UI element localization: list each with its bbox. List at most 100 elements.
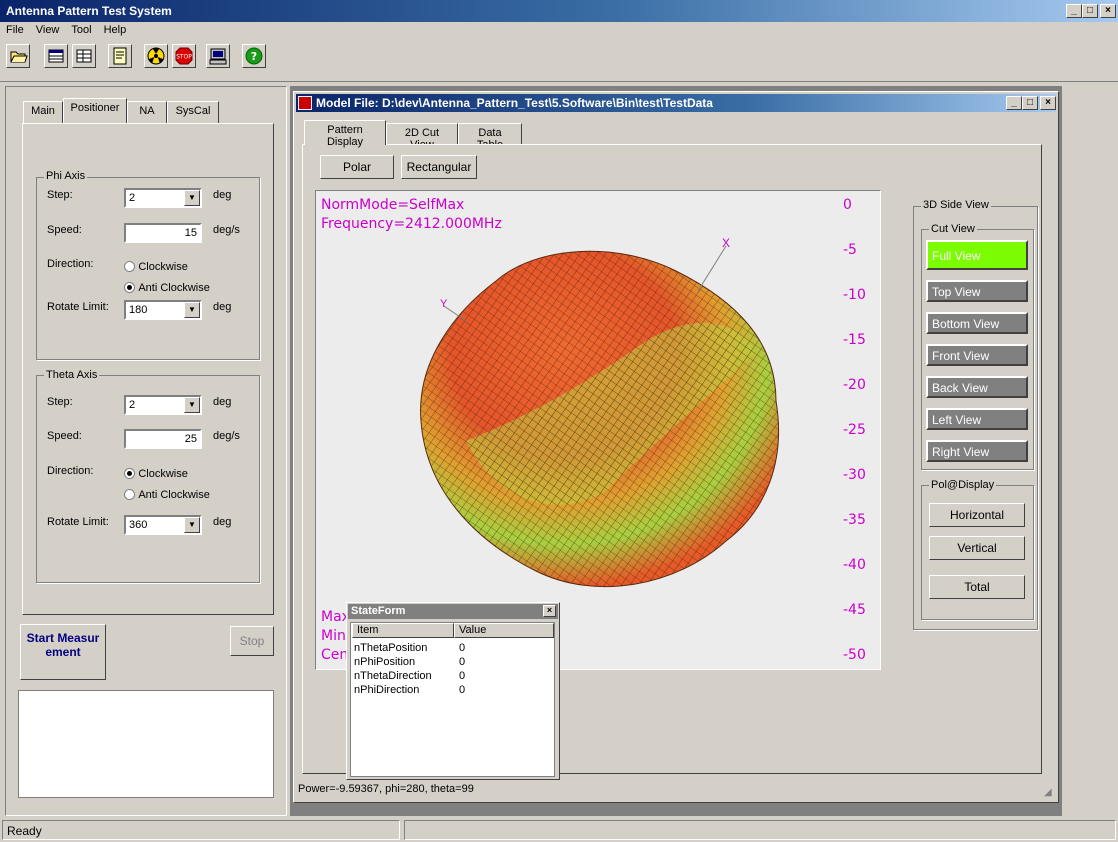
theta-step-combo[interactable]: 2 ▼ [124,395,202,415]
log-area [18,690,274,798]
theta-anticlockwise-radio[interactable]: Anti Clockwise [124,487,210,501]
colorbar-tick: -10 [843,287,866,303]
maximize-button[interactable]: □ [1082,4,1098,18]
chevron-down-icon[interactable]: ▼ [184,190,200,206]
stop-button[interactable]: Stop [230,626,274,656]
theta-speed-input[interactable]: 25 [124,429,202,449]
phi-speed-input[interactable]: 15 [124,223,202,243]
chevron-down-icon[interactable]: ▼ [184,397,200,413]
tab-data-table[interactable]: Data Table [458,123,522,151]
radio-icon [124,261,135,273]
chevron-down-icon[interactable]: ▼ [184,517,200,533]
help-icon[interactable]: ? [242,44,266,68]
right-view-button[interactable]: Right View [926,440,1028,462]
svg-text:?: ? [251,50,257,63]
power-status: Power=-9.59367, phi=280, theta=99 [298,783,474,795]
radio-selected-icon [124,468,135,480]
vertical-pol-button[interactable]: Vertical [929,536,1025,560]
state-form-title: StateForm [351,605,406,617]
table-icon[interactable] [44,44,68,68]
menu-bar: File View Tool Help [0,22,1118,40]
model-file-title: Model File: D:\dev\Antenna_Pattern_Test\… [316,96,713,110]
table-row: nPhiPosition 0 [354,656,466,668]
theta-clockwise-radio[interactable]: Clockwise [124,466,188,480]
state-form-close-button[interactable]: × [543,605,556,617]
pol-display-title: Pol@Display [929,479,997,491]
phi-step-combo[interactable]: 2 ▼ [124,188,202,208]
colorbar-tick: -45 [843,602,866,618]
svg-text:STOP: STOP [176,54,192,61]
resize-grip-icon[interactable]: ◢ [1044,787,1056,799]
column-header-item[interactable]: Item [352,623,454,638]
polar-button[interactable]: Polar [320,155,394,179]
radio-selected-icon [124,282,135,294]
colorbar-tick: -40 [843,557,866,573]
bottom-view-button[interactable]: Bottom View [926,312,1028,334]
status-panel-2 [404,820,1116,840]
theta-speed-label: Speed: [47,430,82,442]
column-header-value[interactable]: Value [454,623,554,638]
3d-side-view-title: 3D Side View [921,199,991,211]
tab-positioner[interactable]: Positioner [63,98,127,123]
total-pol-button[interactable]: Total [929,575,1025,599]
full-view-button[interactable]: Full View [926,240,1028,270]
table-alt-icon[interactable] [72,44,96,68]
state-form-title-bar: StateForm [348,604,558,619]
center-label: Cen [321,647,349,663]
colorbar-tick: -35 [843,512,866,528]
colorbar-tick: -30 [843,467,866,483]
phi-anticlockwise-radio[interactable]: Anti Clockwise [124,280,210,294]
colorbar-tick: -20 [843,377,866,393]
minimize-button[interactable]: _ [1066,4,1082,18]
phi-limit-combo[interactable]: 180 ▼ [124,300,202,320]
colorbar-tick: 0 [843,197,852,213]
phi-limit-unit: deg [213,301,232,313]
model-window-title-bar: Model File: D:\dev\Antenna_Pattern_Test\… [296,94,1056,112]
close-button[interactable]: × [1100,4,1116,18]
theta-direction-label: Direction: [47,465,94,477]
tab-main[interactable]: Main [23,101,63,123]
open-folder-icon[interactable] [6,44,30,68]
start-measurement-button[interactable]: Start Measurement [20,624,106,680]
cut-view-title: Cut View [929,223,977,235]
tab-pattern-display[interactable]: Pattern Display [304,120,386,148]
x-axis-label: X [722,236,731,250]
status-bar: Ready [0,818,1118,842]
menu-view[interactable]: View [30,22,66,38]
app-title: Antenna Pattern Test System [6,4,172,18]
radio-icon [124,489,135,501]
status-text: Ready [2,820,400,840]
radiation-icon[interactable] [144,44,168,68]
child-maximize-button[interactable]: □ [1022,96,1038,110]
computer-icon[interactable] [206,44,230,68]
stop-sign-icon[interactable]: STOP [172,44,196,68]
back-view-button[interactable]: Back View [926,376,1028,398]
horizontal-pol-button[interactable]: Horizontal [929,503,1025,527]
tab-2d-cut-view[interactable]: 2D Cut View [386,123,458,151]
rectangular-button[interactable]: Rectangular [401,155,477,179]
table-row: nPhiDirection 0 [354,684,466,696]
left-view-button[interactable]: Left View [926,408,1028,430]
phi-step-label: Step: [47,189,73,201]
window-icon [298,96,312,110]
child-minimize-button[interactable]: _ [1006,96,1022,110]
notepad-icon[interactable] [108,44,132,68]
3d-pattern-plot [420,203,841,661]
child-close-button[interactable]: × [1040,96,1056,110]
menu-tool[interactable]: Tool [65,22,97,38]
theta-limit-combo[interactable]: 360 ▼ [124,515,202,535]
phi-clockwise-radio[interactable]: Clockwise [124,259,188,273]
top-view-button[interactable]: Top View [926,280,1028,302]
app-title-bar: Antenna Pattern Test System [0,0,1118,22]
colorbar-tick: -5 [843,242,857,258]
front-view-button[interactable]: Front View [926,344,1028,366]
menu-help[interactable]: Help [98,22,133,38]
phi-limit-label: Rotate Limit: [47,301,109,313]
chevron-down-icon[interactable]: ▼ [184,302,200,318]
tab-na[interactable]: NA [127,101,167,123]
phi-step-unit: deg [213,189,232,201]
menu-file[interactable]: File [0,22,30,38]
frequency-label: Frequency=2412.000MHz [321,216,502,232]
tab-syscal[interactable]: SysCal [167,101,219,123]
table-row: nThetaPosition 0 [354,642,466,654]
